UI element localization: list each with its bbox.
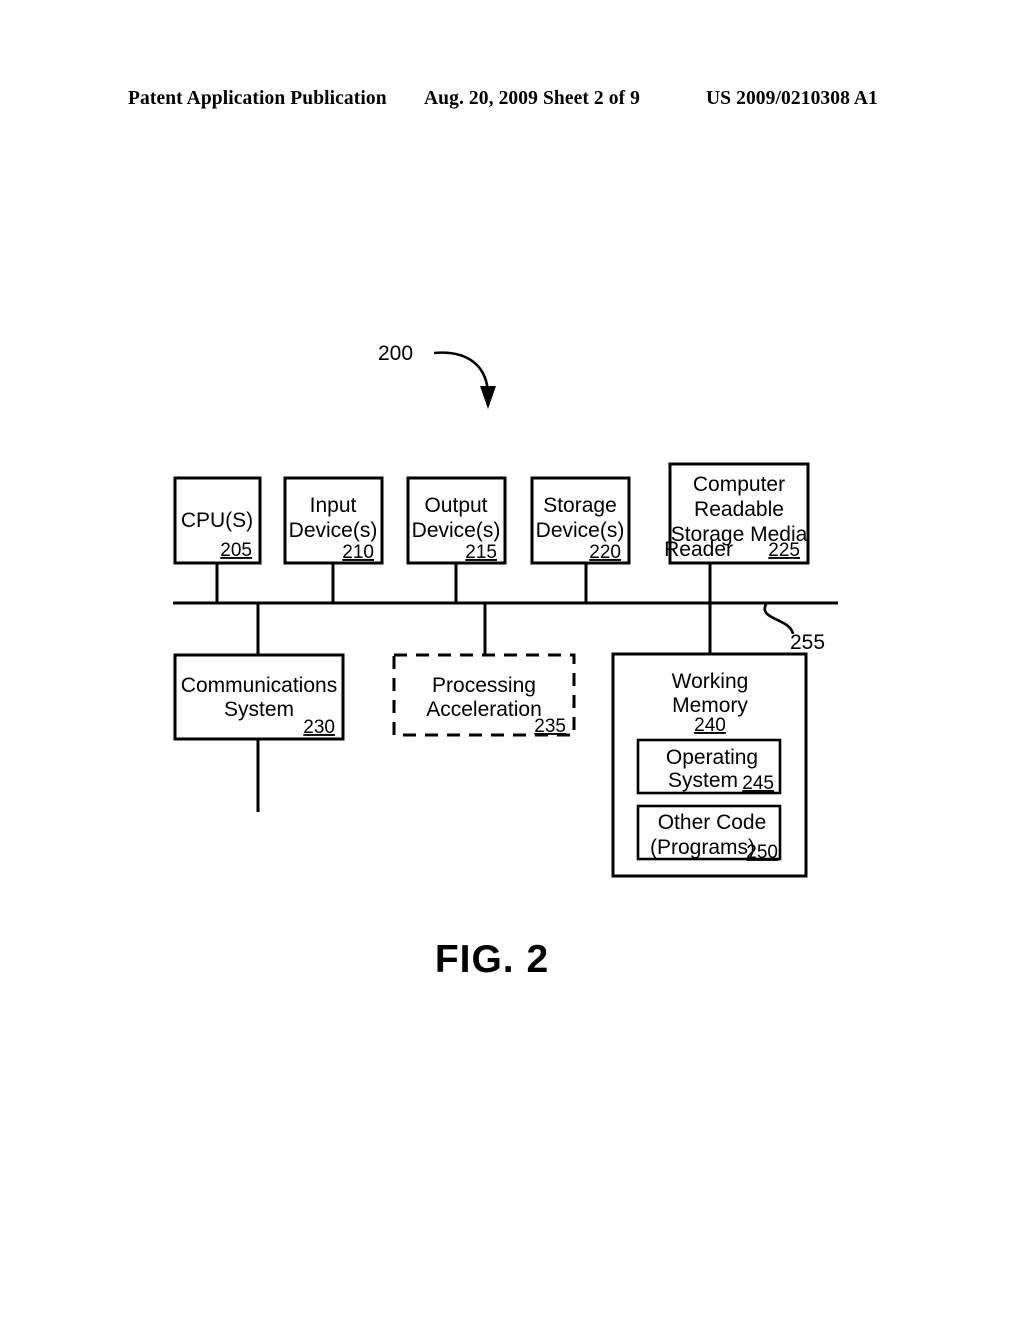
block-storage-device[interactable]: Storage Device(s) 220: [530, 476, 631, 565]
system-callout-label: 200: [378, 342, 413, 365]
block-communications-system[interactable]: Communications System 230: [173, 653, 345, 741]
block-storage-device-label-line1: Storage: [543, 494, 617, 517]
block-processing-acceleration-ref: 235: [534, 716, 566, 737]
figure-caption: FIG. 2: [435, 938, 549, 981]
block-output-device-label-line1: Output: [424, 494, 487, 517]
block-input-device-label-line2: Device(s): [289, 519, 378, 542]
block-operating-system-label-line2: System: [668, 769, 738, 792]
block-working-memory-ref: 240: [694, 715, 726, 736]
block-media-reader-label-line1: Computer: [693, 473, 785, 496]
block-other-code[interactable]: Other Code (Programs) 250: [636, 804, 782, 863]
block-cpu-label: CPU(S): [181, 509, 253, 532]
block-communications-system-ref: 230: [303, 717, 335, 738]
block-input-device-label-line1: Input: [310, 494, 357, 517]
block-cpu[interactable]: CPU(S) 205: [173, 476, 262, 565]
block-other-code-ref: 250: [746, 842, 778, 863]
block-output-device[interactable]: Output Device(s) 215: [406, 476, 507, 565]
system-callout-arrow: [433, 351, 490, 395]
block-output-device-ref: 215: [465, 542, 497, 563]
block-storage-device-label-line2: Device(s): [536, 519, 625, 542]
block-media-reader-ref: 225: [768, 540, 800, 561]
bus-callout-leader: [763, 603, 795, 635]
block-operating-system-label-line1: Operating: [666, 746, 758, 769]
block-processing-acceleration[interactable]: Processing Acceleration 235: [392, 653, 576, 737]
figure-2-diagram: 200 255 CPU(S) 205 Input Device(s) 210 O…: [0, 0, 1024, 1320]
block-output-device-label-line2: Device(s): [412, 519, 501, 542]
block-other-code-label-line1: Other Code: [658, 811, 767, 834]
bus-callout-label: 255: [790, 631, 825, 654]
block-operating-system[interactable]: Operating System 245: [636, 738, 782, 795]
system-callout-arrowhead: [480, 386, 496, 409]
block-processing-acceleration-label-line2: Acceleration: [426, 698, 542, 721]
block-media-reader-label-line4: Reader: [664, 538, 733, 561]
block-cpu-ref: 205: [220, 540, 252, 561]
block-input-device-ref: 210: [342, 542, 374, 563]
block-operating-system-ref: 245: [742, 773, 774, 794]
block-communications-system-label-line2: System: [224, 698, 294, 721]
block-storage-device-ref: 220: [589, 542, 621, 563]
block-communications-system-label-line1: Communications: [181, 674, 337, 697]
block-processing-acceleration-label-line1: Processing: [432, 674, 536, 697]
block-working-memory-label-line1: Working: [672, 670, 749, 693]
block-working-memory-label-line2: Memory: [672, 694, 748, 717]
block-working-memory[interactable]: Working Memory 240 Operating System 245 …: [611, 652, 808, 878]
block-media-reader[interactable]: Computer Readable Storage Media Reader 2…: [664, 462, 810, 565]
block-other-code-label-line2: (Programs): [650, 836, 755, 859]
block-media-reader-label-line2: Readable: [694, 498, 784, 521]
block-input-device[interactable]: Input Device(s) 210: [283, 476, 384, 565]
